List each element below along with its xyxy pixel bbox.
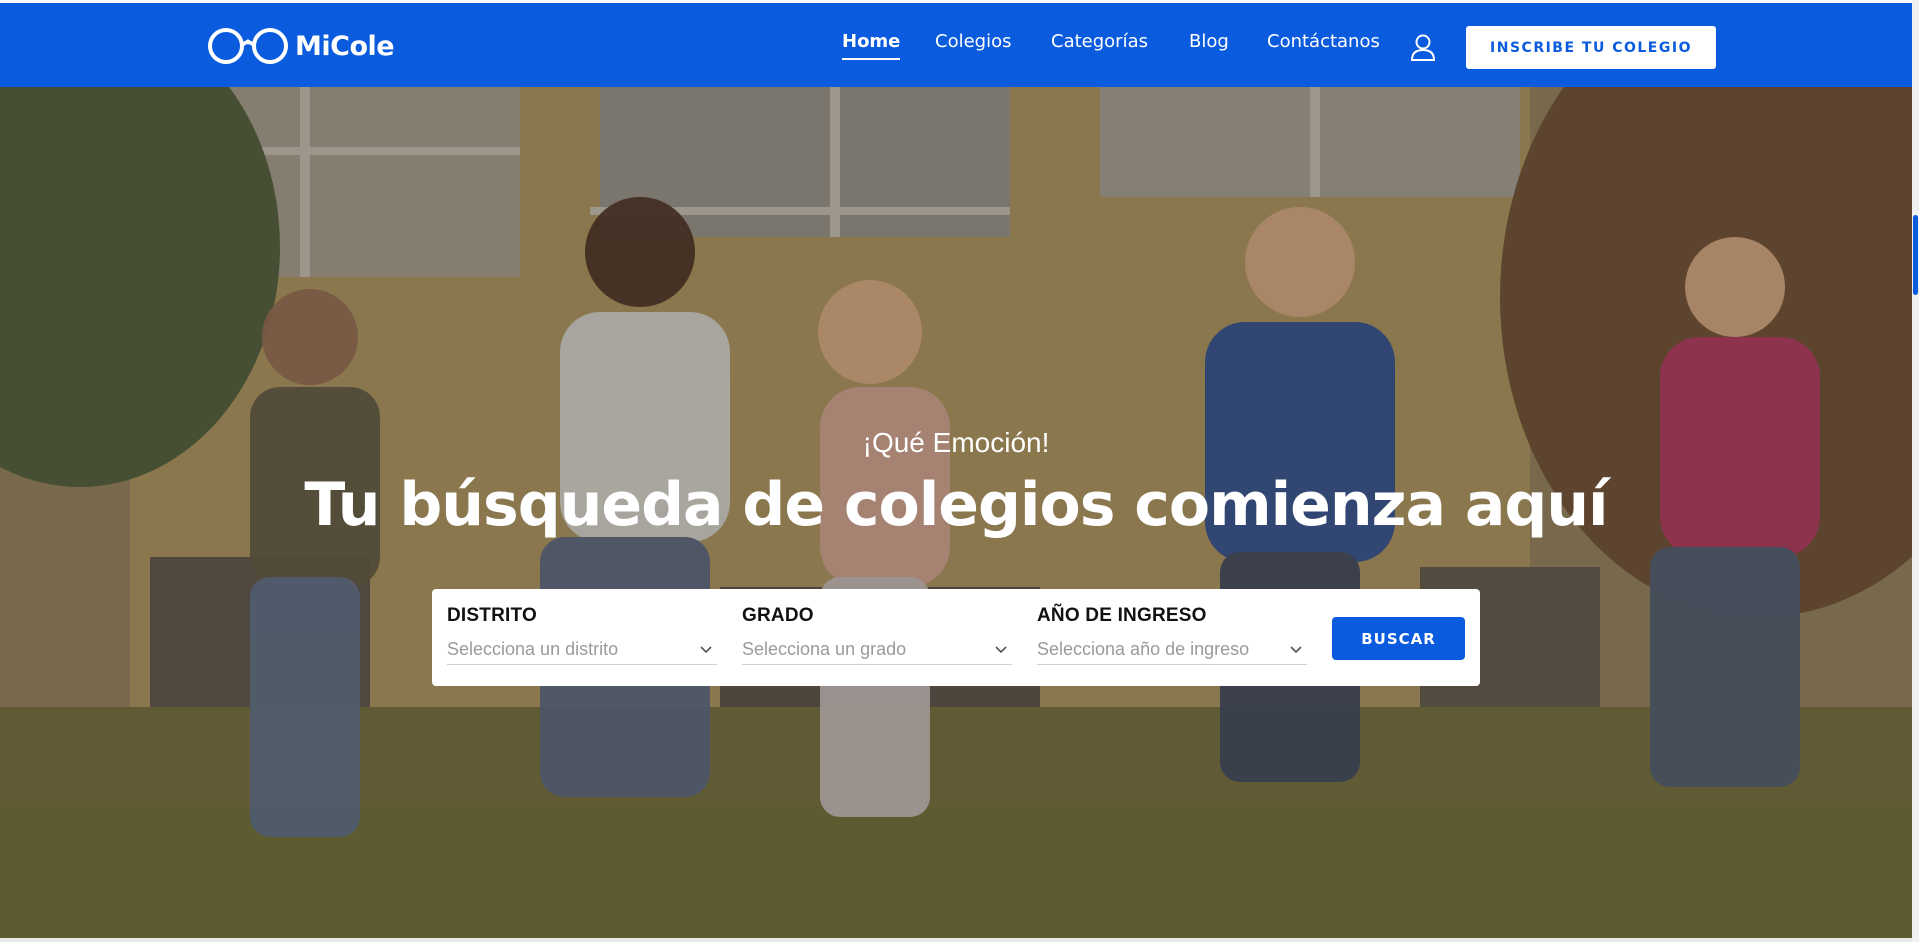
- nav-colegios[interactable]: Colegios: [935, 30, 1011, 54]
- nav-blog[interactable]: Blog: [1189, 30, 1229, 54]
- user-icon[interactable]: [1410, 33, 1436, 61]
- entry-year-placeholder: Selecciona año de ingreso: [1037, 639, 1250, 659]
- district-select[interactable]: Selecciona un distrito: [447, 635, 717, 665]
- page: ¡Qué Emoción! Tu búsqueda de colegios co…: [0, 0, 1919, 942]
- nav-categorias[interactable]: Categorías: [1051, 30, 1148, 54]
- chevron-down-icon: [995, 645, 1007, 653]
- chevron-down-icon: [700, 645, 712, 653]
- entry-year-field: AÑO DE INGRESO Selecciona año de ingreso: [1037, 605, 1307, 665]
- hero-eyebrow: ¡Qué Emoción!: [862, 427, 1050, 458]
- grade-label: GRADO: [742, 605, 814, 626]
- entry-year-label: AÑO DE INGRESO: [1037, 605, 1207, 626]
- nav-contactanos[interactable]: Contáctanos: [1267, 30, 1380, 54]
- page-bottom-edge: [0, 938, 1912, 942]
- register-school-button[interactable]: INSCRIBE TU COLEGIO: [1466, 26, 1716, 69]
- school-search-form: DISTRITO Selecciona un distrito GRADO Se…: [432, 589, 1480, 686]
- brand-name: MiCole: [295, 30, 395, 62]
- scrollbar[interactable]: [1912, 0, 1919, 942]
- brand-logo[interactable]: MiCole: [207, 26, 395, 66]
- grade-select[interactable]: Selecciona un grado: [742, 635, 1012, 665]
- entry-year-select[interactable]: Selecciona año de ingreso: [1037, 635, 1307, 665]
- hero-headline: Tu búsqueda de colegios comienza aquí: [304, 470, 1608, 540]
- grade-field: GRADO Selecciona un grado: [742, 605, 1012, 665]
- search-button[interactable]: BUSCAR: [1332, 617, 1465, 660]
- district-label: DISTRITO: [447, 605, 537, 626]
- chevron-down-icon: [1290, 645, 1302, 653]
- glasses-logo-icon: [208, 28, 288, 64]
- district-placeholder: Selecciona un distrito: [447, 639, 619, 659]
- scrollbar-thumb[interactable]: [1913, 215, 1918, 295]
- grade-placeholder: Selecciona un grado: [742, 639, 907, 659]
- top-navbar: MiCole Home Colegios Categorías Blog Con…: [0, 3, 1919, 87]
- district-field: DISTRITO Selecciona un distrito: [447, 605, 717, 665]
- nav-home[interactable]: Home: [842, 30, 901, 60]
- hero-section: ¡Qué Emoción! Tu búsqueda de colegios co…: [0, 87, 1912, 942]
